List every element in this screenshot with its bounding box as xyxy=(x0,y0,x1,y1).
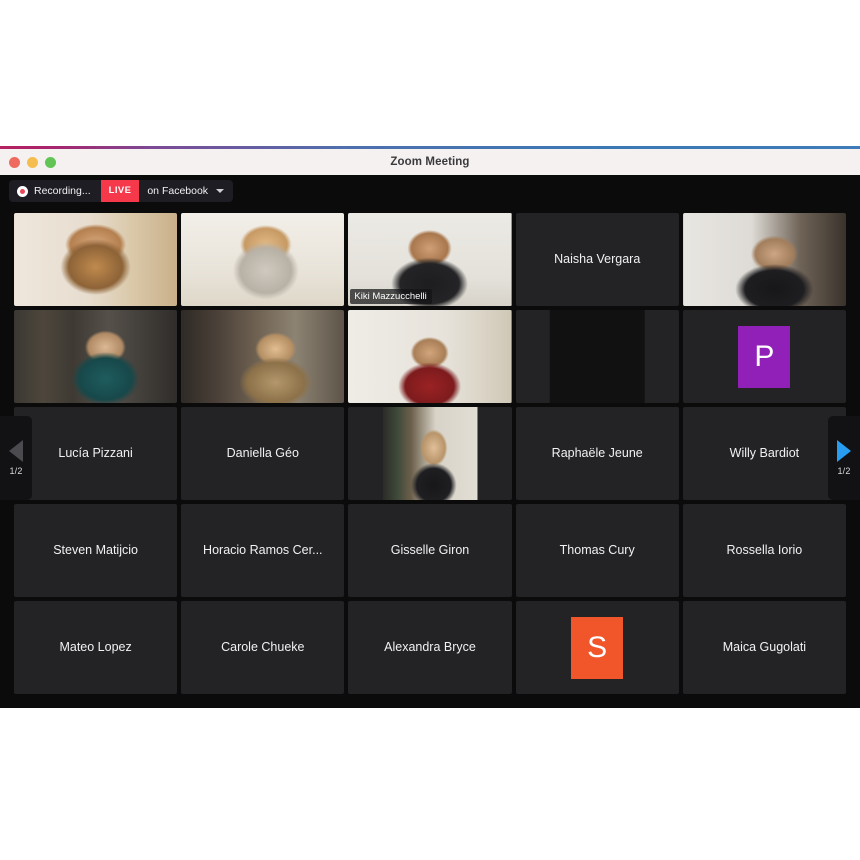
video-frame xyxy=(682,213,846,306)
participant-tile[interactable] xyxy=(515,310,679,403)
participant-avatar: P xyxy=(738,325,791,388)
triangle-left-icon xyxy=(9,439,23,462)
participant-tile[interactable]: Mateo Lopez xyxy=(14,601,178,694)
participant-name: Rossella Iorio xyxy=(726,543,803,557)
participant-avatar: S xyxy=(571,616,624,679)
video-frame xyxy=(181,310,345,403)
participant-tile[interactable] xyxy=(348,407,512,500)
participant-tile[interactable]: Daniella Géo xyxy=(181,407,345,500)
chevron-down-icon[interactable] xyxy=(216,189,225,193)
participant-name: Naisha Vergara xyxy=(554,252,641,266)
participant-tile[interactable] xyxy=(348,310,512,403)
participant-grid: Kiki Mazzucchelli Naisha Vergara P Lucía Pi… xyxy=(14,213,846,694)
streaming-platform-selector[interactable]: on Facebook xyxy=(139,180,233,202)
participant-tile[interactable]: Thomas Cury xyxy=(515,504,679,597)
screenshot-canvas: Zoom Meeting Recording... LIVE on Facebo… xyxy=(0,0,860,860)
recording-status-cluster: Recording... LIVE on Facebook xyxy=(9,180,234,202)
video-frame xyxy=(382,407,478,500)
window-title: Zoom Meeting xyxy=(390,156,470,168)
participant-tile[interactable]: Naisha Vergara xyxy=(515,213,679,306)
video-frame xyxy=(14,310,178,403)
window-titlebar: Zoom Meeting xyxy=(0,149,860,175)
participant-tile[interactable]: Raphaële Jeune xyxy=(515,407,679,500)
participant-tile[interactable]: Willy Bardiot xyxy=(682,407,846,500)
participant-tile[interactable]: S xyxy=(515,601,679,694)
participant-name: Steven Matijcio xyxy=(53,543,138,557)
participant-name: Carole Chueke xyxy=(221,640,305,654)
participant-tile[interactable]: P xyxy=(682,310,846,403)
participant-grid-area: Kiki Mazzucchelli Naisha Vergara P Lucía Pi… xyxy=(0,207,860,708)
participant-tile[interactable]: Lucía Pizzani xyxy=(14,407,178,500)
minimize-button[interactable] xyxy=(27,156,38,168)
video-frame xyxy=(14,213,178,306)
maximize-button[interactable] xyxy=(45,156,56,168)
window-accent-bar xyxy=(0,146,860,149)
participant-tile[interactable]: Maica Gugolati xyxy=(682,601,846,694)
next-page-button[interactable]: 1/2 xyxy=(828,415,860,500)
participant-video-feed xyxy=(348,310,512,403)
record-dot-icon xyxy=(17,185,28,197)
streaming-platform-label: on Facebook xyxy=(147,185,209,197)
participant-name: Lucía Pizzani xyxy=(58,446,133,460)
participant-tile[interactable] xyxy=(14,213,178,306)
meeting-toolbar: Recording... LIVE on Facebook xyxy=(0,175,860,207)
participant-name: Maica Gugolati xyxy=(722,640,807,654)
recording-label: Recording... xyxy=(34,185,91,197)
traffic-lights xyxy=(9,156,56,168)
next-page-count: 1/2 xyxy=(837,465,851,476)
participant-video-feed xyxy=(181,310,345,403)
live-badge: LIVE xyxy=(100,180,140,202)
participant-tile[interactable] xyxy=(181,310,345,403)
participant-name: Mateo Lopez xyxy=(59,640,132,654)
participant-tile[interactable] xyxy=(682,213,846,306)
participant-name: Horacio Ramos Cer... xyxy=(203,543,323,557)
participant-tile[interactable]: Gisselle Giron xyxy=(348,504,512,597)
video-frame xyxy=(181,213,345,306)
participant-video-feed xyxy=(14,213,178,306)
participant-video-feed xyxy=(382,407,478,500)
participant-tile[interactable]: Alexandra Bryce xyxy=(348,601,512,694)
participant-tile[interactable]: Horacio Ramos Cer... xyxy=(181,504,345,597)
participant-name: Gisselle Giron xyxy=(390,543,470,557)
previous-page-button[interactable]: 1/2 xyxy=(0,415,32,500)
recording-indicator[interactable]: Recording... xyxy=(9,180,101,202)
participant-video-feed xyxy=(549,310,645,403)
participant-video-feed xyxy=(682,213,846,306)
participant-tile[interactable] xyxy=(14,310,178,403)
zoom-meeting-window: Zoom Meeting Recording... LIVE on Facebo… xyxy=(0,146,860,708)
participant-tile[interactable]: Steven Matijcio xyxy=(14,504,178,597)
participant-name: Thomas Cury xyxy=(559,543,635,557)
participant-tile[interactable]: Carole Chueke xyxy=(181,601,345,694)
video-frame xyxy=(348,310,512,403)
triangle-right-icon xyxy=(837,439,851,462)
participant-name: Raphaële Jeune xyxy=(551,446,643,460)
previous-page-count: 1/2 xyxy=(9,465,23,476)
close-button[interactable] xyxy=(9,156,20,168)
participant-video-feed xyxy=(181,213,345,306)
video-frame xyxy=(550,310,645,403)
participant-video-feed xyxy=(14,310,178,403)
participant-tile[interactable] xyxy=(181,213,345,306)
participant-tile[interactable]: Kiki Mazzucchelli xyxy=(348,213,512,306)
participant-name-tag: Kiki Mazzucchelli xyxy=(350,289,432,304)
participant-name: Daniella Géo xyxy=(226,446,299,460)
participant-tile[interactable]: Rossella Iorio xyxy=(682,504,846,597)
participant-name: Willy Bardiot xyxy=(729,446,800,460)
participant-name: Alexandra Bryce xyxy=(384,640,476,654)
